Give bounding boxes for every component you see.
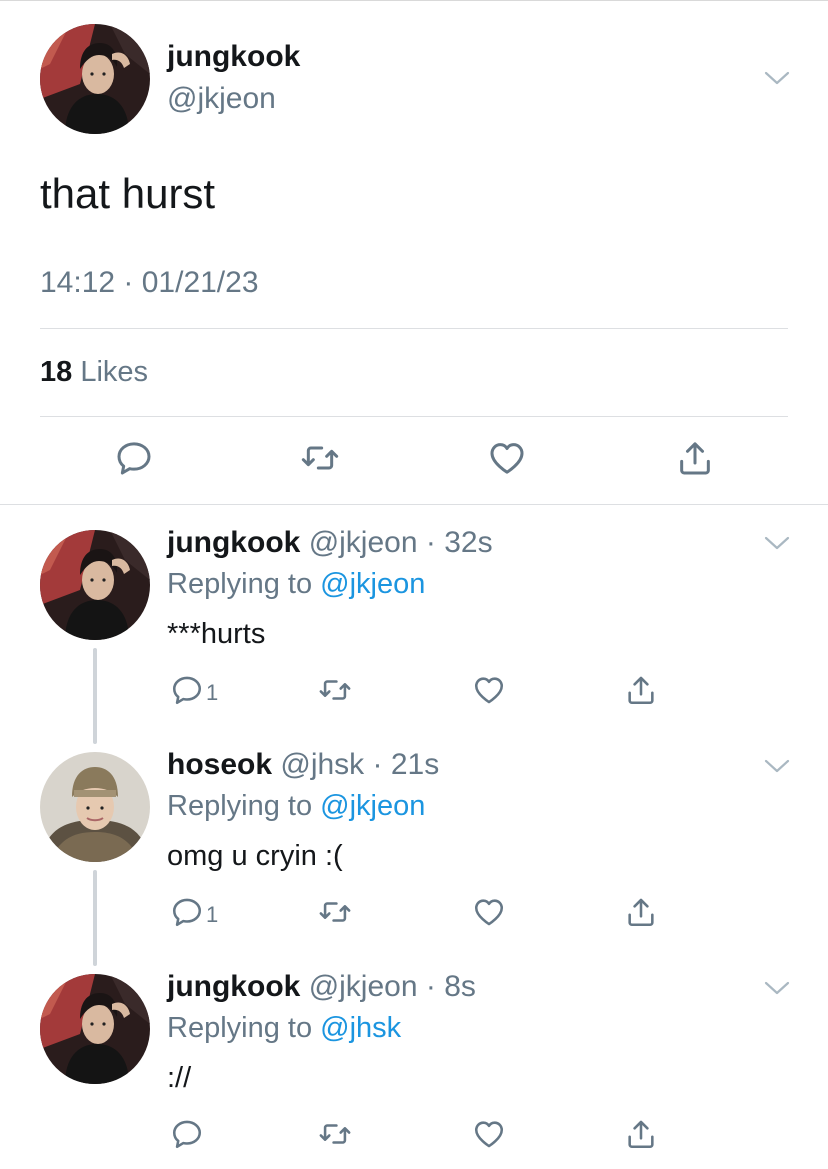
author-name[interactable]: hoseok: [167, 748, 272, 781]
likes-count: 18: [40, 356, 73, 388]
reply-header: hoseok @jhsk · 21s: [167, 748, 439, 782]
reply-header: jungkook @jkjeon · 8s: [167, 970, 476, 1004]
replying-to-link[interactable]: @jhsk: [320, 1012, 401, 1044]
replying-to: Replying to @jhsk: [167, 1012, 401, 1045]
retweet-icon[interactable]: [318, 673, 352, 707]
share-icon[interactable]: [624, 673, 658, 707]
reply-header: jungkook @jkjeon · 32s: [167, 526, 493, 560]
likes-stat[interactable]: 18 Likes: [40, 356, 148, 389]
replying-to: Replying to @jkjeon: [167, 568, 425, 601]
replying-to-label: Replying to: [167, 568, 313, 600]
tweet-text: ://: [167, 1062, 192, 1094]
dot-separator: ·: [364, 748, 391, 781]
tweet-age[interactable]: 21s: [391, 748, 439, 781]
tweet-text: ***hurts: [167, 618, 266, 650]
author-name[interactable]: jungkook: [167, 40, 300, 74]
avatar[interactable]: [40, 24, 150, 134]
divider: [40, 328, 788, 329]
thread-line: [93, 870, 97, 966]
avatar[interactable]: [40, 530, 150, 640]
likes-label: Likes: [80, 356, 149, 388]
replying-to-link[interactable]: @jkjeon: [320, 568, 425, 600]
like-icon[interactable]: [487, 438, 527, 478]
replying-to-label: Replying to: [167, 790, 313, 822]
author-name[interactable]: jungkook: [167, 970, 300, 1003]
tweet-timestamp[interactable]: 14:12 · 01/21/23: [40, 266, 259, 300]
author-handle[interactable]: @jkjeon: [167, 82, 276, 116]
reply-icon[interactable]: [114, 438, 154, 478]
tweet-age[interactable]: 8s: [444, 970, 476, 1003]
share-icon[interactable]: [624, 895, 658, 929]
like-icon[interactable]: [472, 895, 506, 929]
dot-separator: ·: [417, 970, 445, 1003]
thread-line: [93, 648, 97, 744]
author-handle[interactable]: @jkjeon: [309, 970, 418, 1003]
author-handle[interactable]: @jhsk: [280, 748, 364, 781]
like-icon[interactable]: [472, 673, 506, 707]
reply-count: 1: [206, 902, 219, 927]
reply-icon[interactable]: [170, 895, 204, 929]
dot-separator: ·: [417, 526, 445, 559]
avatar[interactable]: [40, 752, 150, 862]
replying-to-label: Replying to: [167, 1012, 313, 1044]
replying-to-link[interactable]: @jkjeon: [320, 790, 425, 822]
main-tweet: jungkook @jkjeon that hurst 14:12 · 01/2…: [0, 0, 828, 505]
chevron-down-icon[interactable]: [763, 979, 791, 997]
share-icon[interactable]: [675, 438, 715, 478]
replying-to: Replying to @jkjeon: [167, 790, 425, 823]
like-icon[interactable]: [472, 1117, 506, 1151]
chevron-down-icon[interactable]: [763, 757, 791, 775]
chevron-down-icon[interactable]: [763, 69, 791, 87]
share-icon[interactable]: [624, 1117, 658, 1151]
reply-icon[interactable]: [170, 1117, 204, 1151]
divider: [40, 416, 788, 417]
retweet-icon[interactable]: [318, 1117, 352, 1151]
author-handle[interactable]: @jkjeon: [309, 526, 418, 559]
reply-icon[interactable]: [170, 673, 204, 707]
retweet-icon[interactable]: [300, 438, 340, 478]
tweet-age[interactable]: 32s: [444, 526, 492, 559]
author-name[interactable]: jungkook: [167, 526, 300, 559]
tweet-text: omg u cryin :(: [167, 840, 343, 872]
reply-count: 1: [206, 680, 219, 705]
tweet-text: that hurst: [40, 170, 216, 217]
chevron-down-icon[interactable]: [763, 534, 791, 552]
section-divider: [0, 504, 828, 505]
retweet-icon[interactable]: [318, 895, 352, 929]
avatar[interactable]: [40, 974, 150, 1084]
